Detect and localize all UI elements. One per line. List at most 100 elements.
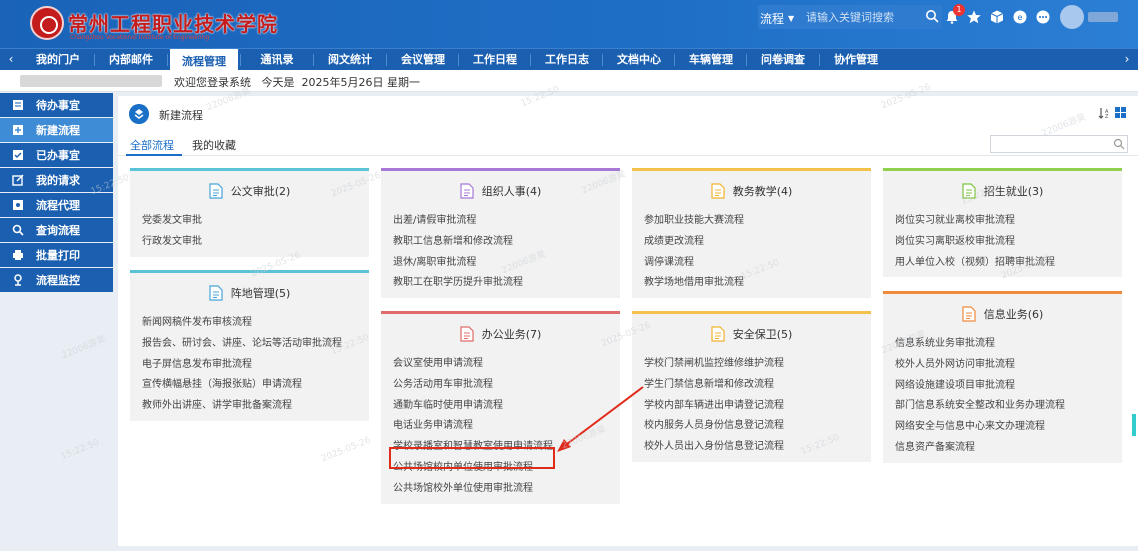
- search-input[interactable]: [806, 7, 926, 27]
- process-link[interactable]: 教师外出讲座、讲学审批备案流程: [142, 396, 369, 417]
- category-header[interactable]: 阵地管理(5): [130, 273, 369, 313]
- process-link[interactable]: 学校录播室和智慧教室使用申请流程: [393, 437, 620, 458]
- process-link[interactable]: 教职工信息新增和修改流程: [393, 232, 620, 253]
- process-link[interactable]: 成绩更改流程: [644, 232, 871, 253]
- welcome-message: 欢迎您登录系统: [174, 76, 251, 89]
- process-link[interactable]: 新闻网稿件发布审核流程: [142, 313, 369, 334]
- cube-icon[interactable]: [989, 9, 1005, 25]
- nav-reading-stats[interactable]: 阅文统计: [316, 49, 384, 70]
- process-link[interactable]: 电话业务申请流程: [393, 416, 620, 437]
- process-filter-input[interactable]: [990, 135, 1128, 153]
- search-scope-select[interactable]: 流程 ▼: [760, 8, 794, 28]
- process-link[interactable]: 信息资产备案流程: [895, 438, 1122, 459]
- panel-header: 新建流程 AZ: [118, 96, 1138, 130]
- document-icon: [962, 183, 976, 199]
- monitor-icon: [14, 274, 22, 286]
- document-icon: [209, 183, 223, 199]
- process-link[interactable]: 学校门禁闸机监控维修维护流程: [644, 354, 871, 375]
- document-icon: [711, 326, 725, 342]
- process-link[interactable]: 通勤车临时使用申请流程: [393, 396, 620, 417]
- process-link[interactable]: 电子屏信息发布审批流程: [142, 355, 369, 376]
- nav-contacts[interactable]: 通讯录: [243, 49, 311, 70]
- process-link[interactable]: 报告会、研讨会、讲座、论坛等活动审批流程: [142, 334, 369, 355]
- svg-text:e: e: [1018, 13, 1023, 22]
- sidebar-item-new-process[interactable]: 新建流程: [0, 118, 113, 142]
- nav-work-schedule[interactable]: 工作日程: [461, 49, 529, 70]
- process-link[interactable]: 校内服务人员身份信息登记流程: [644, 416, 871, 437]
- category-title: 教务教学(4): [732, 185, 793, 198]
- nav-separator: [530, 54, 531, 66]
- process-link[interactable]: 岗位实习离职返校审批流程: [895, 232, 1122, 253]
- nav-internal-mail[interactable]: 内部邮件: [97, 49, 165, 70]
- sidebar-item-batch-print[interactable]: 批量打印: [0, 243, 113, 267]
- nav-process-management[interactable]: 流程管理: [170, 49, 238, 70]
- category-enrollment: 招生就业(3) 岗位实习就业离校审批流程 岗位实习离职返校审批流程 用人单位入校（视频…: [883, 168, 1122, 278]
- nav-prev-icon[interactable]: ‹: [0, 49, 22, 70]
- sidebar-item-my-requests[interactable]: 我的请求: [0, 168, 113, 192]
- process-link[interactable]: 公共场馆校外单位使用审批流程: [393, 479, 620, 500]
- process-link[interactable]: 行政发文审批: [142, 232, 369, 253]
- print-icon: [13, 250, 23, 260]
- new-process-icon: [13, 125, 23, 135]
- sidebar-item-done[interactable]: 已办事宜: [0, 143, 113, 167]
- process-link[interactable]: 宣传横幅悬挂（海报张贴）申请流程: [142, 375, 369, 396]
- grid-view-icon[interactable]: [1115, 107, 1126, 118]
- search-icon[interactable]: [1113, 138, 1125, 150]
- tab-my-favorites[interactable]: 我的收藏: [192, 137, 236, 153]
- category-header[interactable]: 办公业务(7): [381, 314, 620, 354]
- process-link[interactable]: 教职工在职学历提升审批流程: [393, 273, 620, 294]
- nav-work-log[interactable]: 工作日志: [533, 49, 601, 70]
- school-seal-icon: [30, 6, 64, 40]
- nav-my-portal[interactable]: 我的门户: [24, 49, 92, 70]
- nav-meeting-management[interactable]: 会议管理: [389, 49, 457, 70]
- sidebar-item-proxy[interactable]: 流程代理: [0, 193, 113, 217]
- process-link[interactable]: 参加职业技能大赛流程: [644, 211, 871, 232]
- sidebar-item-label: 流程监控: [36, 274, 80, 287]
- document-icon: [209, 285, 223, 301]
- process-link[interactable]: 校外人员出入身份信息登记流程: [644, 437, 871, 458]
- category-header[interactable]: 安全保卫(5): [632, 314, 871, 354]
- category-title: 组织人事(4): [481, 185, 542, 198]
- process-link[interactable]: 会议室使用申请流程: [393, 354, 620, 375]
- category-header[interactable]: 公文审批(2): [130, 171, 369, 211]
- nav-vehicle-management[interactable]: 车辆管理: [677, 49, 745, 70]
- process-link[interactable]: 调停课流程: [644, 253, 871, 274]
- process-link[interactable]: 信息系统业务审批流程: [895, 334, 1122, 355]
- tab-all-processes[interactable]: 全部流程: [130, 137, 174, 153]
- done-icon: [13, 150, 23, 160]
- sort-icon[interactable]: AZ: [1098, 107, 1110, 119]
- process-link[interactable]: 网络设施建设项目审批流程: [895, 376, 1122, 397]
- avatar[interactable]: [1060, 5, 1084, 29]
- star-icon[interactable]: [966, 9, 982, 25]
- process-link[interactable]: 公共场馆校内单位使用审批流程: [393, 458, 620, 479]
- process-link[interactable]: 公务活动用车审批流程: [393, 375, 620, 396]
- category-header[interactable]: 组织人事(4): [381, 171, 620, 211]
- nav-document-center[interactable]: 文档中心: [605, 49, 673, 70]
- sidebar-item-query[interactable]: 查询流程: [0, 218, 113, 242]
- nav-collaboration[interactable]: 协作管理: [822, 49, 890, 70]
- process-link[interactable]: 学生门禁信息新增和修改流程: [644, 375, 871, 396]
- category-header[interactable]: 招生就业(3): [883, 171, 1122, 211]
- process-link[interactable]: 退休/离职审批流程: [393, 253, 620, 274]
- search-icon[interactable]: [925, 9, 939, 23]
- process-link[interactable]: 岗位实习就业离校审批流程: [895, 211, 1122, 232]
- process-link[interactable]: 用人单位入校（视频）招聘审批流程: [895, 253, 1122, 274]
- category-header[interactable]: 信息业务(6): [883, 294, 1122, 334]
- nav-survey[interactable]: 问卷调查: [749, 49, 817, 70]
- sidebar-item-todo[interactable]: 待办事宜: [0, 93, 113, 117]
- sidebar-item-monitor[interactable]: 流程监控: [0, 268, 113, 292]
- process-link[interactable]: 出差/请假审批流程: [393, 211, 620, 232]
- app-icon[interactable]: e: [1012, 9, 1028, 25]
- nav-next-icon[interactable]: ›: [1116, 49, 1138, 70]
- process-link[interactable]: 教学场地借用审批流程: [644, 273, 871, 294]
- process-link[interactable]: 校外人员外网访问审批流程: [895, 355, 1122, 376]
- scrollbar-thumb[interactable]: [1132, 414, 1136, 436]
- school-logo[interactable]: 常州工程职业技术学院 Changzhou Vocational Institut…: [30, 6, 277, 42]
- process-link[interactable]: 党委发文审批: [142, 211, 369, 232]
- nav-separator: [602, 54, 603, 66]
- category-header[interactable]: 教务教学(4): [632, 171, 871, 211]
- more-icon[interactable]: [1035, 9, 1051, 25]
- process-link[interactable]: 网络安全与信息中心来文办理流程: [895, 417, 1122, 438]
- process-link[interactable]: 部门信息系统安全整改和业务办理流程: [895, 396, 1122, 417]
- process-link[interactable]: 学校内部车辆进出申请登记流程: [644, 396, 871, 417]
